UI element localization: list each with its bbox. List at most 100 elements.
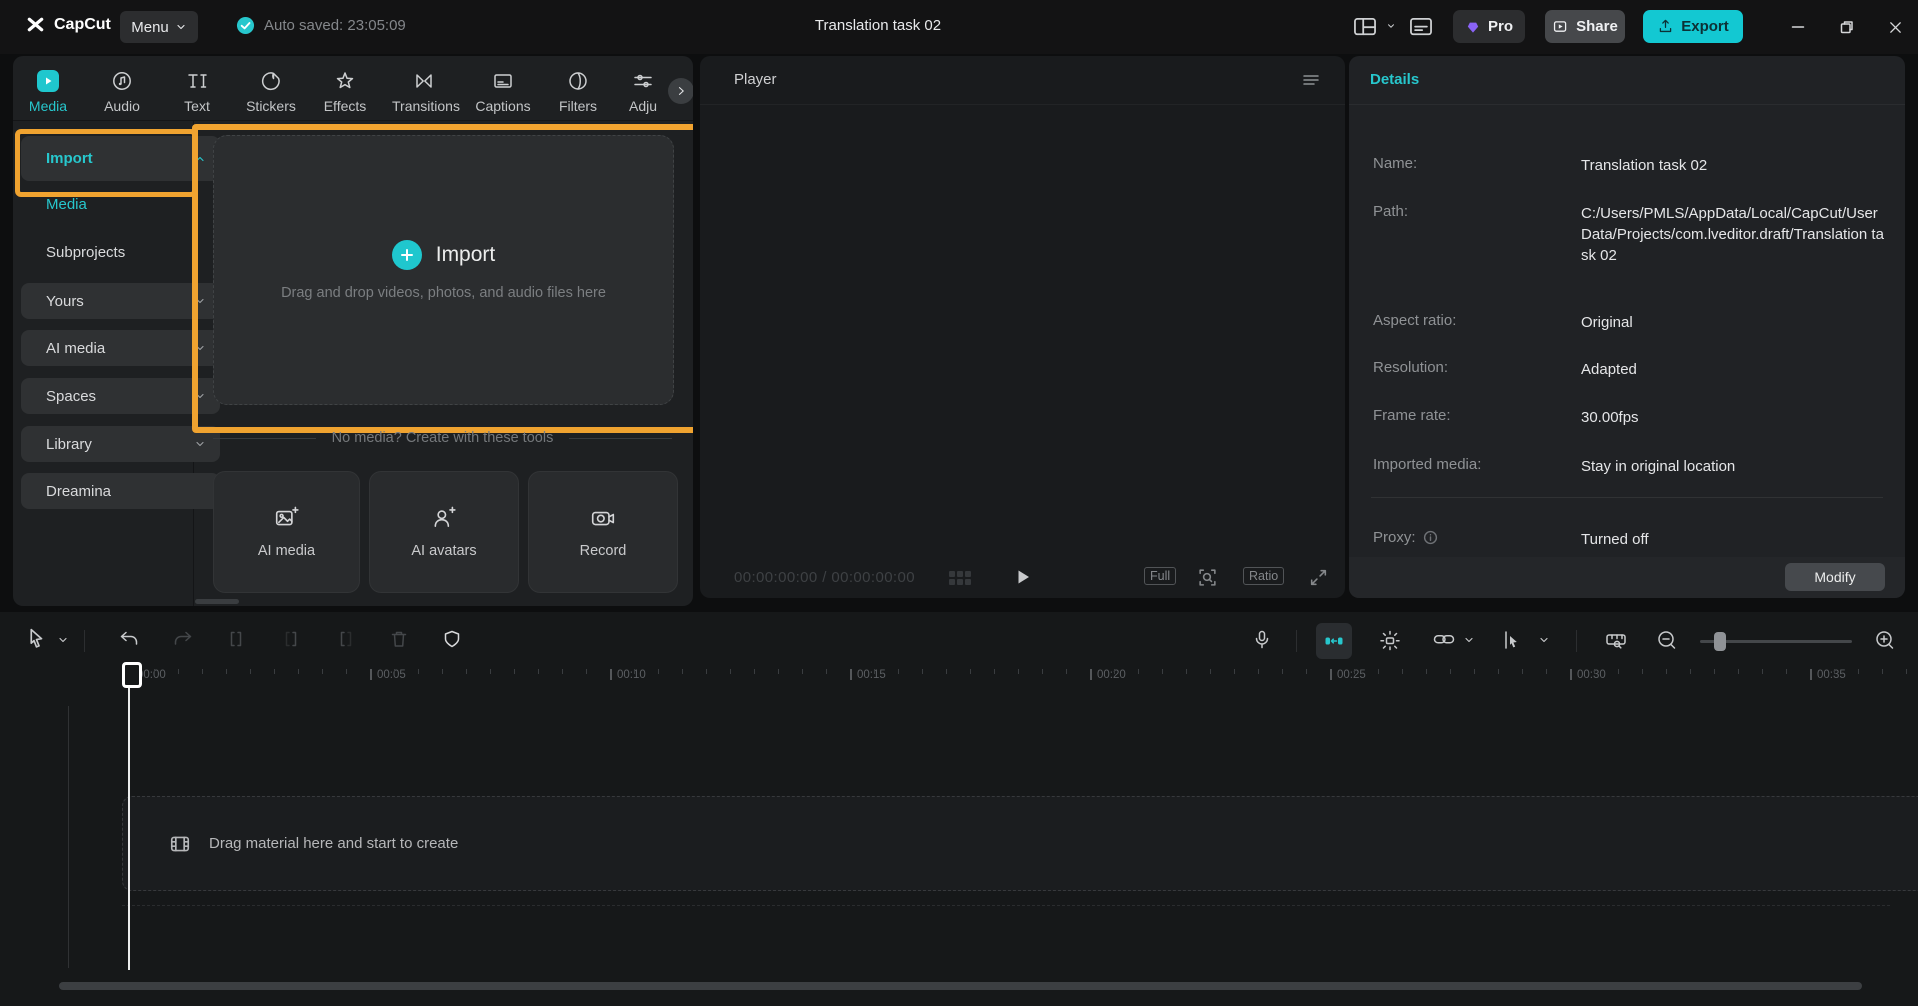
link-chevron[interactable] — [1463, 634, 1475, 646]
track-select-button[interactable] — [1500, 629, 1522, 651]
ruler-tick-minor — [418, 669, 419, 674]
empty-track-hint: Drag material here and start to create — [209, 835, 458, 852]
close-button[interactable] — [1880, 12, 1910, 42]
ruler-label: 00:20 — [1097, 669, 1126, 681]
ruler-tick-minor — [898, 669, 899, 674]
ai-avatars-card[interactable]: AI avatars — [369, 471, 519, 593]
sidebar-item-spaces[interactable]: Spaces — [21, 378, 220, 414]
layout-panels-button[interactable] — [1352, 14, 1378, 38]
tab-text[interactable]: Text — [165, 66, 229, 118]
fullscreen-icon[interactable] — [1308, 567, 1329, 588]
link-button[interactable] — [1432, 629, 1456, 649]
tabs-scroll-right-button[interactable] — [668, 78, 693, 104]
sidebar-item-yours[interactable]: Yours — [21, 283, 220, 319]
ruler-tick-minor — [658, 669, 659, 674]
split-button[interactable] — [226, 629, 246, 649]
field-value-imported-media: Stay in original location — [1581, 456, 1886, 477]
redo-button[interactable] — [172, 629, 194, 649]
import-dropzone[interactable]: Import Drag and drop videos, photos, and… — [213, 135, 674, 405]
preview-axis-button[interactable] — [1378, 629, 1402, 651]
ruler-tick-minor — [586, 669, 587, 674]
restore-button[interactable] — [1832, 12, 1862, 42]
minimize-button[interactable] — [1783, 12, 1813, 42]
sidebar-item-ai-media[interactable]: AI media — [21, 330, 220, 366]
ruler-tick-minor — [226, 669, 227, 674]
tab-transitions[interactable]: Transitions — [392, 66, 456, 118]
timeline-zoom-slider-handle[interactable] — [1714, 632, 1726, 651]
snap-toggle-button[interactable] — [1316, 623, 1352, 659]
delete-left-button[interactable] — [281, 629, 301, 649]
field-label-aspect-ratio: Aspect ratio: — [1373, 312, 1456, 329]
tab-stickers[interactable]: Stickers — [239, 66, 303, 118]
ai-media-card[interactable]: AI media — [213, 471, 360, 593]
tab-effects[interactable]: Effects — [313, 66, 377, 118]
ruler-tick-minor — [1354, 669, 1355, 674]
share-button[interactable]: Share — [1545, 10, 1625, 43]
select-tool-chevron[interactable] — [57, 634, 69, 646]
ruler-tick-minor — [994, 669, 995, 674]
export-button[interactable]: Export — [1643, 10, 1743, 43]
import-title: Import — [436, 243, 496, 267]
info-icon[interactable] — [1423, 530, 1438, 545]
details-panel: Details Name: Translation task 02 Path: … — [1349, 56, 1905, 598]
modify-button[interactable]: Modify — [1785, 563, 1885, 591]
menu-button[interactable]: Menu — [120, 11, 198, 43]
player-menu-icon[interactable] — [1301, 71, 1321, 89]
full-button[interactable]: Full — [1144, 567, 1176, 585]
check-circle-icon — [236, 16, 255, 35]
pro-button[interactable]: Pro — [1453, 10, 1525, 43]
empty-track-dropzone[interactable]: Drag material here and start to create — [122, 796, 1918, 891]
image-plus-icon — [274, 506, 300, 530]
timeline-scrollbar[interactable] — [59, 982, 1862, 990]
ruler-tick-minor — [1282, 669, 1283, 674]
sidebar-item-dreamina[interactable]: Dreamina — [21, 473, 220, 509]
ruler-label: 00:10 — [617, 669, 646, 681]
ruler-tick-minor — [1306, 669, 1307, 674]
play-button[interactable] — [1014, 568, 1032, 591]
field-label-name: Name: — [1373, 155, 1417, 172]
chevron-right-icon — [675, 85, 687, 97]
voiceover-mic-button[interactable] — [1252, 629, 1272, 651]
adjust-panel-button[interactable] — [1408, 14, 1434, 38]
mark-button[interactable] — [442, 629, 462, 649]
tab-filters[interactable]: Filters — [546, 66, 610, 118]
record-card[interactable]: Record — [528, 471, 678, 593]
field-value-name: Translation task 02 — [1581, 155, 1886, 176]
tab-adjust[interactable]: Adju — [611, 66, 675, 118]
timeline-ruler[interactable]: 00:0000:0500:1000:1500:2000:2500:3000:35 — [0, 668, 1918, 694]
playhead-line[interactable] — [128, 666, 130, 970]
panel-resize-grip[interactable] — [195, 599, 239, 604]
undo-button[interactable] — [118, 629, 140, 649]
ruler-tick-major — [850, 669, 852, 680]
tabstrip-divider — [13, 120, 693, 121]
tab-audio[interactable]: Audio — [90, 66, 154, 118]
media-tab-icon — [37, 70, 59, 92]
timeline-scale-button[interactable] — [1604, 629, 1628, 651]
zoom-out-button[interactable] — [1656, 629, 1678, 651]
ruler-tick-minor — [634, 669, 635, 674]
player-panel: Player 00:00:00:00 / 00:00:00:00 Full Ra… — [700, 56, 1345, 598]
sidebar-item-media[interactable]: Media — [21, 189, 206, 219]
playhead-handle[interactable] — [122, 662, 142, 688]
select-tool-button[interactable] — [26, 627, 47, 654]
sidebar-item-subprojects[interactable]: Subprojects — [21, 237, 206, 267]
pro-gem-icon — [1465, 19, 1481, 35]
track-select-chevron[interactable] — [1538, 634, 1550, 646]
ruler-tick-major — [370, 669, 372, 680]
delete-button[interactable] — [389, 629, 409, 649]
zoom-in-button[interactable] — [1874, 629, 1896, 651]
tab-captions[interactable]: Captions — [471, 66, 535, 118]
ruler-tick-major — [1570, 669, 1572, 680]
transitions-icon — [392, 66, 456, 92]
delete-right-button[interactable] — [336, 629, 356, 649]
sidebar-item-import[interactable]: Import — [21, 136, 220, 181]
tab-media[interactable]: Media — [16, 66, 80, 118]
field-label-path: Path: — [1373, 203, 1408, 220]
sidebar-item-library[interactable]: Library — [21, 426, 220, 462]
layout-dropdown-chevron[interactable] — [1386, 21, 1396, 31]
effects-star-icon — [313, 66, 377, 92]
zoom-fit-icon[interactable] — [1197, 567, 1218, 588]
frame-grid-icon[interactable] — [948, 570, 972, 591]
ruler-tick-minor — [346, 669, 347, 674]
ratio-button[interactable]: Ratio — [1243, 567, 1284, 585]
